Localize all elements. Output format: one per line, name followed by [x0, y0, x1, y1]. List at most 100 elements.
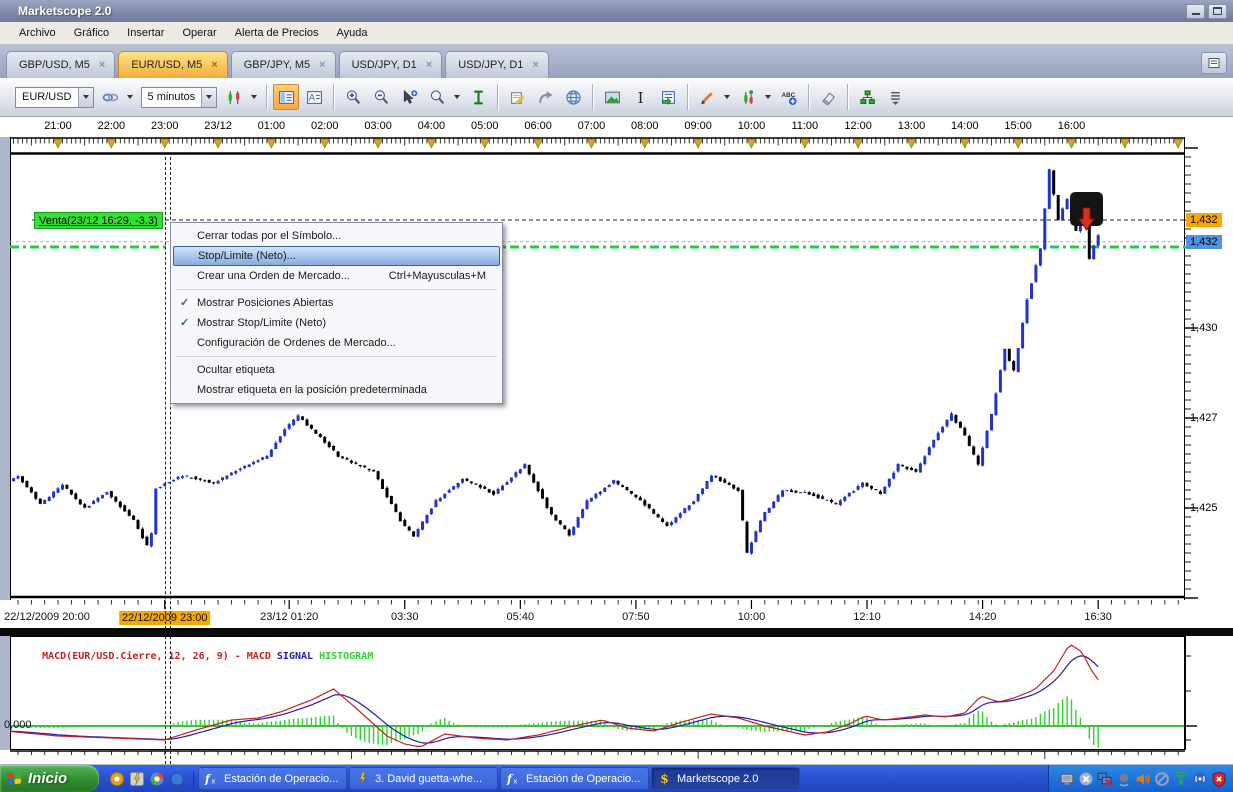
share-button[interactable]: [532, 84, 558, 110]
magnifier-button[interactable]: [424, 84, 450, 110]
text-tool-button[interactable]: I: [627, 84, 653, 110]
media-player-icon[interactable]: [109, 771, 125, 787]
link-tool-button[interactable]: [98, 84, 124, 110]
macd-zero-label: 0,000: [4, 719, 32, 731]
tab-list-button[interactable]: [1201, 52, 1227, 74]
messenger-icon[interactable]: [169, 771, 185, 787]
network-error-icon[interactable]: [1097, 771, 1113, 787]
chart-type-button[interactable]: [221, 84, 247, 110]
link-tool-dropdown[interactable]: [125, 84, 136, 110]
menu-operar[interactable]: Operar: [173, 22, 225, 44]
text-tool-icon: I: [632, 89, 649, 106]
taskbar-button-3-david-guetta-whe-[interactable]: 3. David guetta-whe...: [349, 767, 498, 790]
winamp-icon[interactable]: [129, 771, 145, 787]
headset-icon[interactable]: [1116, 771, 1132, 787]
menu-ayuda[interactable]: Ayuda: [327, 22, 376, 44]
tab-close-icon[interactable]: ×: [211, 59, 217, 71]
time-tick-label: 02:00: [311, 120, 339, 132]
menu-gr-fico[interactable]: Gráfico: [65, 22, 118, 44]
macd-label: MACD(EUR/USD.Cierre, 12, 26, 9) - MACD S…: [18, 640, 373, 673]
security-alert-icon[interactable]: [1211, 771, 1227, 787]
time-tick-label: 11:00: [791, 120, 818, 132]
svg-text:$: $: [660, 772, 668, 786]
tab-eur-usd-m5[interactable]: EUR/USD, M5×: [118, 51, 227, 78]
tab-gbp-jpy-m5[interactable]: GBP/JPY, M5×: [231, 51, 336, 78]
time-tick-label: 08:00: [631, 120, 659, 132]
price-label: 1,425: [1190, 502, 1218, 514]
indicators-button[interactable]: [655, 84, 681, 110]
text-view-button[interactable]: A: [301, 84, 327, 110]
tab-usd-jpy-d1[interactable]: USD/JPY, D1×: [339, 51, 443, 78]
menu-archivo[interactable]: Archivo: [10, 22, 65, 44]
menu-item-mostrar-posiciones-abiertas[interactable]: ✓Mostrar Posiciones Abiertas: [173, 293, 500, 313]
menu-separator: [176, 356, 497, 357]
start-button[interactable]: Inicio: [0, 765, 99, 792]
tab-gbp-usd-m5[interactable]: GBP/USD, M5×: [6, 51, 115, 78]
pencil-button[interactable]: [694, 84, 720, 110]
blocked-icon[interactable]: [1154, 771, 1170, 787]
zoom-pointer-button[interactable]: [396, 84, 422, 110]
menu-item-crear-una-orden-de-mercado-[interactable]: Crear una Orden de Mercado...Ctrl+Mayusc…: [173, 266, 500, 286]
minimize-button[interactable]: [1186, 4, 1205, 19]
symbol-combo-dropdown[interactable]: [78, 88, 93, 107]
price-label: 1,427: [1190, 412, 1218, 424]
menu-item-ocultar-etiqueta[interactable]: Ocultar etiqueta: [173, 360, 500, 380]
zoom-in-button[interactable]: [340, 84, 366, 110]
tab-close-icon[interactable]: ×: [99, 59, 105, 71]
toolbar-separator: [808, 84, 809, 110]
signal-icon[interactable]: [1192, 771, 1208, 787]
org-view-button[interactable]: [854, 84, 880, 110]
price-label-sell: 1,432: [1186, 213, 1222, 227]
svg-text:A: A: [308, 92, 315, 103]
period-combo[interactable]: 5 minutos: [141, 87, 218, 108]
tab-close-icon[interactable]: ×: [319, 59, 325, 71]
globe-button[interactable]: [560, 84, 586, 110]
eraser-button[interactable]: [815, 84, 841, 110]
tab-close-icon[interactable]: ×: [532, 59, 538, 71]
taskbar-button-estaci-n-de-operacio-[interactable]: fxEstación de Operacio...: [198, 767, 347, 790]
taskbar-button-marketscope-2-0[interactable]: $Marketscope 2.0: [651, 767, 800, 790]
menu-insertar[interactable]: Insertar: [118, 22, 173, 44]
pencil-dropdown[interactable]: [721, 84, 732, 110]
menu-item-mostrar-stop-limite-neto-[interactable]: ✓Mostrar Stop/Limite (Neto): [173, 313, 500, 333]
toolbar-separator: [497, 84, 498, 110]
marker-button[interactable]: [735, 84, 761, 110]
label-add-button[interactable]: ABC: [776, 84, 802, 110]
tab-usd-jpy-d1[interactable]: USD/JPY, D1×: [445, 51, 549, 78]
menu-item-stop-limite-neto-[interactable]: Stop/Limite (Neto)...: [173, 246, 500, 266]
period-combo-dropdown[interactable]: [201, 88, 216, 107]
chart-type-dropdown[interactable]: [248, 84, 259, 110]
zoom-out-button[interactable]: [368, 84, 394, 110]
magnifier-dropdown[interactable]: [451, 84, 462, 110]
macd-main-label: MACD(EUR/USD.Cierre, 12, 26, 9) - MACD: [42, 651, 271, 662]
close-icon[interactable]: [1078, 771, 1094, 787]
display-icon[interactable]: [1059, 771, 1075, 787]
toolbar-separator: [333, 84, 334, 110]
toolbar: EUR/USD 5 minutos A I ABC: [0, 78, 1233, 117]
volume-icon[interactable]: [1135, 771, 1151, 787]
note-button[interactable]: [504, 84, 530, 110]
measure-button[interactable]: [465, 84, 491, 110]
image-button[interactable]: [599, 84, 625, 110]
restore-button[interactable]: [1208, 4, 1227, 19]
taskbar-button-estaci-n-de-operacio-[interactable]: fxEstación de Operacio...: [500, 767, 649, 790]
panel-splitter[interactable]: [0, 628, 1233, 636]
marker-dropdown[interactable]: [762, 84, 773, 110]
overflow-button[interactable]: [882, 84, 908, 110]
position-label[interactable]: Venta(23/12 16:29, -3.3): [34, 212, 163, 229]
time-tick-label: 04:00: [418, 120, 446, 132]
menu-item-cerrar-todas-por-el-s-mbolo-[interactable]: Cerrar todas por el Símbolo...: [173, 226, 500, 246]
menu-alerta-de-precios[interactable]: Alerta de Precios: [226, 22, 328, 44]
menu-item-mostrar-etiqueta-en-la-posici-[interactable]: Mostrar etiqueta en la posición predeter…: [173, 380, 500, 400]
time-tick-label: 14:00: [951, 120, 979, 132]
symbol-combo[interactable]: EUR/USD: [15, 87, 94, 108]
tile-view-button[interactable]: [273, 84, 299, 110]
menu-item-configuraci-n-de-ordenes-de-me[interactable]: Configuración de Ordenes de Mercado...: [173, 333, 500, 353]
marker-icon: [740, 89, 757, 106]
wifi-icon[interactable]: [1173, 771, 1189, 787]
marketscope-icon: $: [657, 771, 672, 786]
toolbar-separator: [592, 84, 593, 110]
indicators-icon: [660, 89, 677, 106]
tab-close-icon[interactable]: ×: [426, 59, 432, 71]
browser-icon[interactable]: [149, 771, 165, 787]
